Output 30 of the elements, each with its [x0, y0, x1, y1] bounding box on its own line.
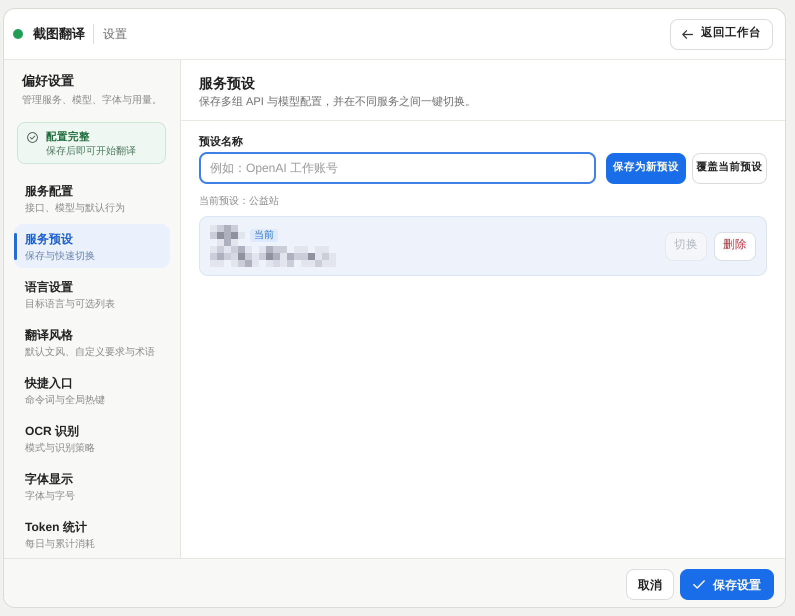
sidebar-nav-item[interactable]: 快捷入口 命令词与全局热键 [14, 368, 170, 412]
status-subtitle: 保存后即可开始翻译 [46, 145, 136, 158]
sidebar-nav-item[interactable]: 服务配置 接口、模型与默认行为 [14, 176, 170, 220]
overwrite-preset-button[interactable]: 覆盖当前预设 [692, 152, 767, 184]
delete-button[interactable]: 删除 [714, 232, 756, 260]
sidebar-subtitle: 管理服务、模型、字体与用量。 [22, 94, 163, 107]
sidebar-title: 偏好设置 [22, 73, 75, 89]
back-button[interactable]: 返回工作台 [670, 18, 773, 50]
sidebar-nav-item[interactable]: 服务预设 保存与快速切换 [14, 224, 170, 268]
save-new-preset-button[interactable]: 保存为新预设 [606, 152, 686, 184]
field-label: 预设名称 [199, 135, 244, 149]
check-icon [693, 580, 705, 589]
current-badge: 当前 [250, 229, 278, 242]
save-settings-button[interactable]: 保存设置 [680, 569, 774, 600]
app-name: 截图翻译 [33, 26, 85, 42]
page-title: 设置 [103, 26, 127, 42]
sidebar-nav-item[interactable]: 翻译风格 默认文风、自定义要求与术语 [14, 320, 170, 364]
sidebar-nav-item[interactable]: OCR 识别 模式与识别策略 [14, 416, 170, 460]
sidebar-nav-item[interactable]: 字体显示 字体与字号 [14, 464, 170, 508]
section-title: 服务预设 [199, 74, 256, 92]
arrow-left-icon [682, 30, 693, 38]
cancel-button[interactable]: 取消 [626, 569, 674, 600]
check-circle-icon [27, 132, 38, 143]
pixelated-name-placeholder [210, 225, 245, 246]
status-title: 配置完整 [46, 131, 91, 144]
section-description: 保存多组 API 与模型配置，并在不同服务之间一键切换。 [199, 95, 477, 109]
current-preset-text: 当前预设：公益站 [199, 195, 280, 208]
sidebar-nav-item[interactable]: 语言设置 目标语言与可选列表 [14, 272, 170, 316]
preset-name-input[interactable]: 例如：OpenAI 工作账号 [199, 152, 596, 184]
sidebar-nav-item[interactable]: Token 统计 每日与累计消耗 [14, 512, 170, 556]
